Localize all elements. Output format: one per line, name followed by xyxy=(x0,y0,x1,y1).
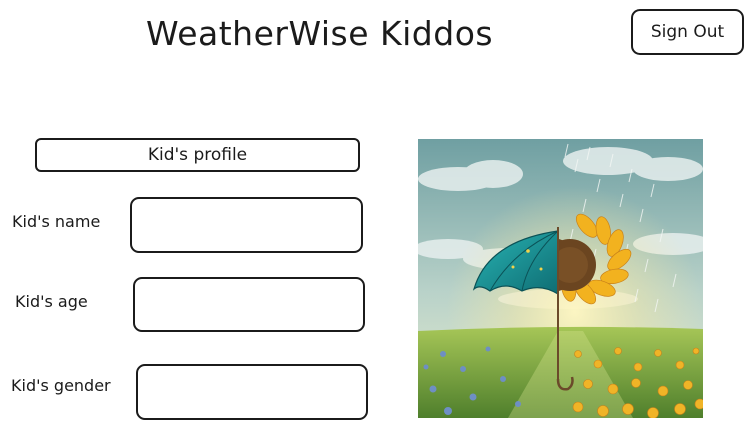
age-input[interactable] xyxy=(133,277,365,332)
name-input[interactable] xyxy=(130,197,363,253)
gender-input[interactable] xyxy=(136,364,368,420)
gender-label: Kid's gender xyxy=(11,376,111,395)
app-title: WeatherWise Kiddos xyxy=(146,14,494,53)
weather-illustration xyxy=(418,139,703,418)
profile-section-title: Kid's profile xyxy=(35,138,360,172)
name-label: Kid's name xyxy=(12,212,101,231)
sign-out-button[interactable]: Sign Out xyxy=(631,9,744,55)
age-label: Kid's age xyxy=(15,292,88,311)
